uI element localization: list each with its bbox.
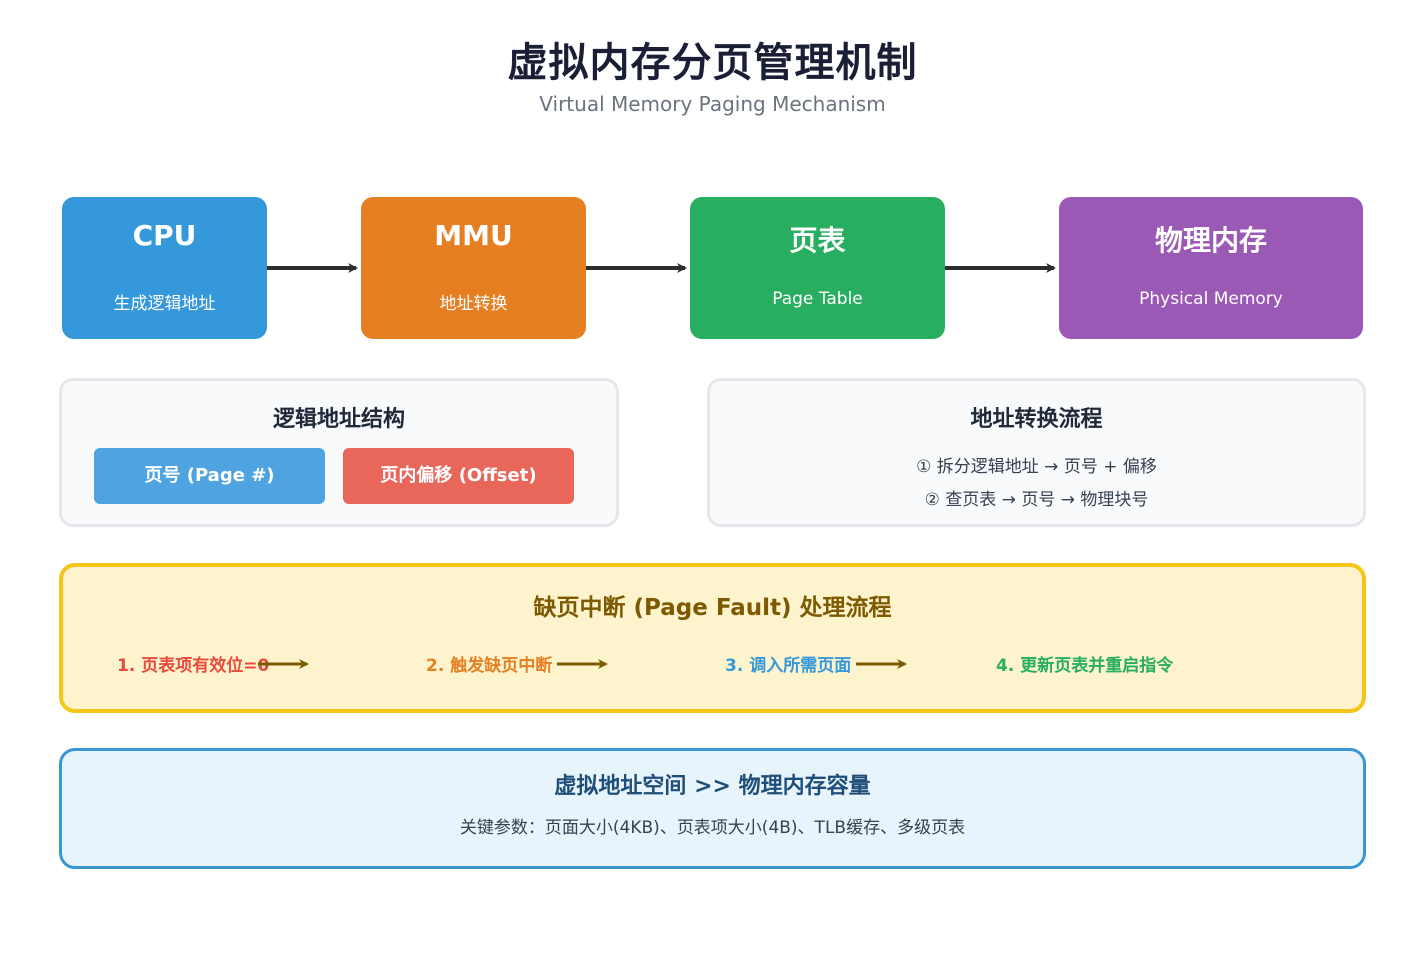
summary-title: 虚拟地址空间 >> 物理内存容量: [554, 774, 871, 799]
summary-params: 关键参数：页面大小(4KB)、页表项大小(4B)、TLB缓存、多级页表: [459, 818, 966, 838]
logical-address-title: 逻辑地址结构: [272, 407, 405, 432]
translation-title: 地址转换流程: [970, 407, 1103, 432]
logical-address-card: 逻辑地址结构 页号 (Page #) 页内偏移 (Offset): [59, 378, 619, 527]
offset-segment: 页内偏移 (Offset): [343, 448, 574, 504]
translation-step-1: ① 拆分逻辑地址 → 页号 + 偏移: [916, 457, 1157, 477]
summary-panel: 虚拟地址空间 >> 物理内存容量 关键参数：页面大小(4KB)、页表项大小(4B…: [59, 748, 1366, 869]
translation-card: 地址转换流程 ① 拆分逻辑地址 → 页号 + 偏移 ② 查页表 → 页号 → 物…: [707, 378, 1366, 527]
page-fault-panel: 缺页中断 (Page Fault) 处理流程 1. 页表项有效位=0 2. 触发…: [59, 563, 1366, 713]
translation-step-2: ② 查页表 → 页号 → 物理块号: [924, 490, 1149, 510]
page-number-segment: 页号 (Page #): [94, 448, 325, 504]
fault-step-arrows: [258, 659, 907, 669]
